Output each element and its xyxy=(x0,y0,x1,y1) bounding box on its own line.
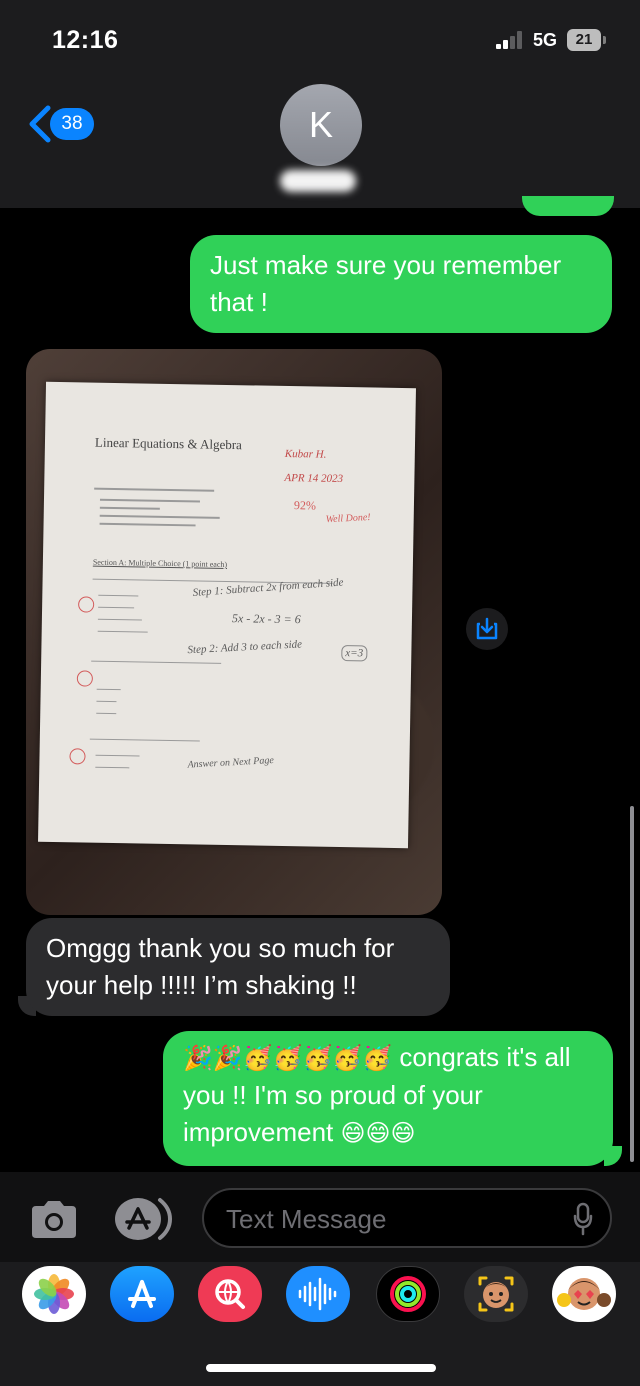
memoji-stickers-glyph xyxy=(557,1278,611,1310)
worksheet-paper: Linear Equations & Algebra Kubar H. APR … xyxy=(38,381,416,849)
battery-icon: 21 xyxy=(567,29,601,51)
camera-icon[interactable] xyxy=(28,1198,80,1240)
sent-message-bubble[interactable]: Just make sure you remember that ! xyxy=(190,235,612,333)
waveform-glyph xyxy=(298,1277,337,1311)
grin-emoji: 😄😄😄 xyxy=(340,1119,416,1147)
app-store-icon[interactable] xyxy=(110,1266,174,1322)
dictation-mic-icon[interactable] xyxy=(572,1202,594,1236)
worksheet-answer: x=3 xyxy=(341,645,368,662)
photo-attachment[interactable]: Linear Equations & Algebra Kubar H. APR … xyxy=(26,349,442,915)
option-line xyxy=(97,618,142,621)
memoji-face-glyph xyxy=(478,1276,514,1312)
contact-avatar[interactable]: K xyxy=(280,84,362,166)
worksheet-date: APR 14 2023 xyxy=(284,471,344,486)
scroll-indicator[interactable] xyxy=(630,806,634,1162)
audio-message-icon[interactable] xyxy=(286,1266,350,1322)
option-line xyxy=(95,766,130,769)
message-input[interactable]: Text Message xyxy=(202,1188,612,1248)
home-indicator[interactable] xyxy=(206,1364,436,1372)
network-label: 5G xyxy=(533,30,558,50)
option-line xyxy=(96,700,117,703)
option-line xyxy=(95,754,140,757)
activity-icon[interactable] xyxy=(376,1266,440,1322)
contact-name-redacted[interactable] xyxy=(280,170,356,192)
worksheet-equation: 5x - 2x - 3 = 6 xyxy=(231,611,301,627)
celebration-emoji: 🎉🎉🥳🥳🥳🥳🥳 xyxy=(183,1044,393,1072)
option-line xyxy=(98,606,135,609)
option-line xyxy=(96,688,121,691)
answer-circle xyxy=(69,748,86,765)
worksheet-step2: Step 2: Add 3 to each side xyxy=(187,638,303,657)
save-photo-button[interactable] xyxy=(466,608,508,650)
instruction-line xyxy=(99,522,196,527)
answer-circle xyxy=(76,670,94,687)
app-store-glyph xyxy=(128,1280,156,1308)
photos-icon[interactable] xyxy=(22,1266,86,1322)
message-text: Just make sure you remember that ! xyxy=(210,250,562,317)
photos-flower-glyph xyxy=(34,1274,74,1314)
download-icon xyxy=(476,617,498,640)
previous-sent-bubble[interactable] xyxy=(522,196,614,216)
worksheet-answer-note: Answer on Next Page xyxy=(187,755,275,771)
option-line xyxy=(97,630,148,633)
option-line xyxy=(96,712,117,715)
worksheet-name: Kubar H. xyxy=(284,447,327,461)
worksheet-title: Linear Equations & Algebra xyxy=(94,434,243,453)
message-placeholder: Text Message xyxy=(226,1204,387,1234)
conversation-header: 12:16 5G 21 38 K xyxy=(0,0,640,208)
memoji-stickers-icon[interactable] xyxy=(552,1266,616,1322)
worksheet-score: 92% xyxy=(293,498,317,513)
status-time: 12:16 xyxy=(52,26,119,54)
battery-nub xyxy=(603,36,606,44)
worksheet-section-heading: Section A: Multiple Choice (1 point each… xyxy=(92,557,228,569)
memoji-icon[interactable] xyxy=(464,1266,528,1322)
instruction-line xyxy=(94,487,215,492)
activity-rings-glyph xyxy=(390,1276,426,1312)
message-text: Omggg thank you so much for your help !!… xyxy=(46,933,395,1000)
answer-circle xyxy=(78,596,95,613)
app-store-apps-icon[interactable] xyxy=(112,1196,174,1242)
received-message-bubble[interactable]: Omggg thank you so much for your help !!… xyxy=(26,918,450,1016)
instruction-line xyxy=(99,514,220,519)
option-line xyxy=(98,594,139,597)
worksheet-comment: Well Done! xyxy=(325,511,371,526)
globe-search-glyph xyxy=(215,1279,245,1309)
question-line xyxy=(89,738,200,742)
instruction-line xyxy=(99,498,200,503)
images-search-icon[interactable] xyxy=(198,1266,262,1322)
question-line xyxy=(91,660,222,664)
sent-message-bubble[interactable]: 🎉🎉🥳🥳🥳🥳🥳 congrats it's all you !! I'm so … xyxy=(163,1031,613,1166)
unread-count-badge[interactable]: 38 xyxy=(50,108,94,140)
instruction-line xyxy=(99,506,160,510)
signal-strength-icon xyxy=(496,31,522,49)
